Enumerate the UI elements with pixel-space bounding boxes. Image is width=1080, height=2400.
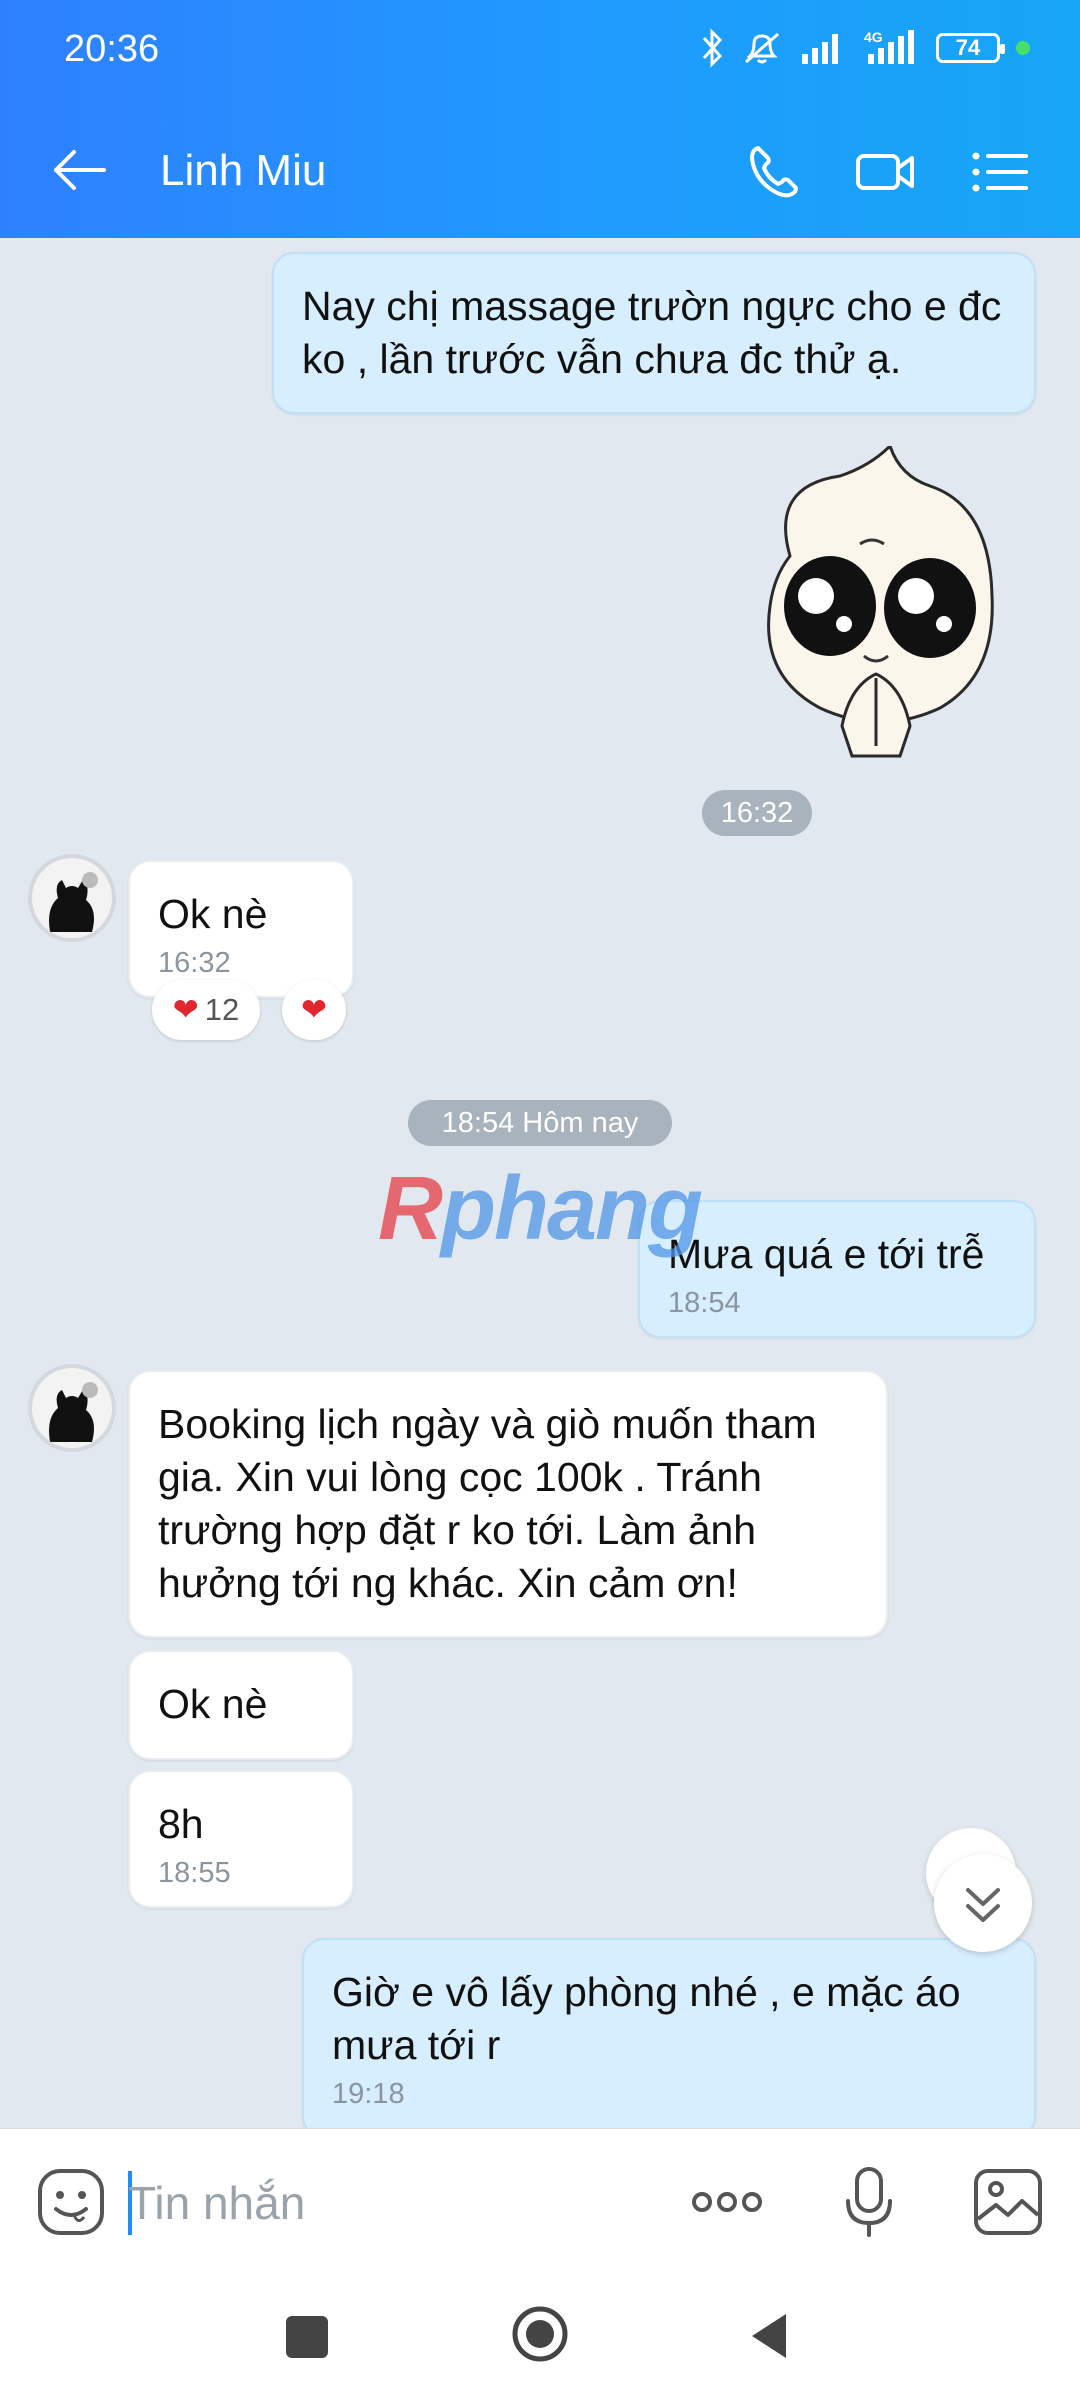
scroll-to-bottom-button[interactable] xyxy=(934,1854,1032,1952)
message-time: 16:32 xyxy=(158,947,231,979)
back-arrow-icon[interactable] xyxy=(48,138,112,202)
svg-text:4G: 4G xyxy=(864,29,883,45)
system-nav-bar xyxy=(0,2276,1080,2400)
heart-icon: ❤ xyxy=(172,992,199,1027)
message-text: Booking lịch ngày và giò muốn tham gia. … xyxy=(158,1401,817,1606)
back-nav-button[interactable] xyxy=(746,2310,792,2362)
message-time: 19:18 xyxy=(332,2078,405,2110)
message-time: 18:55 xyxy=(158,1857,231,1889)
signal-4g-icon: 4G xyxy=(864,29,914,64)
top-bar: 20:36 4G 74 Linh Miu xyxy=(0,0,1080,238)
contact-name[interactable]: Linh Miu xyxy=(160,146,326,196)
message-text: Ok nè xyxy=(158,891,268,937)
message-text: Nay chị massage trườn ngực cho e đc ko ,… xyxy=(302,283,1002,382)
sticker-emoji-icon[interactable] xyxy=(36,2167,106,2237)
privacy-dot xyxy=(1016,41,1030,55)
chevron-double-down-icon xyxy=(966,1888,1000,1922)
message-bubble-outgoing[interactable]: Giờ e vô lấy phòng nhé , e mặc áo mưa tớ… xyxy=(302,1938,1036,2128)
mute-bell-icon xyxy=(745,32,779,64)
message-time: 18:54 xyxy=(668,1287,741,1319)
message-text: 8h xyxy=(158,1801,204,1847)
recent-apps-button[interactable] xyxy=(286,2316,328,2358)
microphone-icon[interactable] xyxy=(842,2165,896,2241)
signal-icon xyxy=(802,34,838,64)
reaction-count[interactable]: ❤ 12 xyxy=(152,980,260,1040)
gallery-image-icon[interactable] xyxy=(972,2167,1044,2237)
message-bubble-incoming[interactable]: Ok nè xyxy=(128,1650,354,1760)
status-time: 20:36 xyxy=(64,28,160,70)
avatar[interactable] xyxy=(28,1364,116,1452)
heart-icon: ❤ xyxy=(301,992,327,1027)
timestamp-pill: 16:32 xyxy=(702,790,812,836)
more-options-icon[interactable] xyxy=(688,2177,766,2227)
message-bubble-incoming[interactable]: Ok nè 16:32 xyxy=(128,860,354,998)
home-button[interactable] xyxy=(510,2304,570,2364)
message-input[interactable]: Tin nhắn xyxy=(128,2169,668,2237)
reaction-number: 12 xyxy=(204,992,240,1027)
message-bubble-outgoing[interactable]: Nay chị massage trườn ngực cho e đc ko ,… xyxy=(272,252,1036,414)
message-input-bar: Tin nhắn xyxy=(0,2128,1080,2277)
avatar[interactable] xyxy=(28,854,116,942)
date-divider: 18:54 Hôm nay xyxy=(408,1100,672,1146)
status-icons: 4G 74 xyxy=(700,26,1030,70)
battery-indicator: 74 xyxy=(936,33,1005,63)
message-text: Ok nè xyxy=(158,1681,268,1727)
add-reaction-button[interactable]: ❤ xyxy=(282,980,346,1040)
phone-icon[interactable] xyxy=(742,140,806,204)
bluetooth-icon xyxy=(702,28,723,68)
message-bubble-incoming[interactable]: 8h 18:55 xyxy=(128,1770,354,1908)
video-call-icon[interactable] xyxy=(854,140,918,204)
watermark-logo: Rphang xyxy=(378,1159,703,1259)
menu-list-icon[interactable] xyxy=(968,140,1032,204)
message-bubble-incoming[interactable]: Booking lịch ngày và giò muốn tham gia. … xyxy=(128,1370,888,1638)
message-text: Mưa quá e tới trễ xyxy=(668,1231,985,1277)
sticker-image[interactable] xyxy=(730,446,1010,766)
message-text: Giờ e vô lấy phòng nhé , e mặc áo mưa tớ… xyxy=(332,1969,961,2068)
